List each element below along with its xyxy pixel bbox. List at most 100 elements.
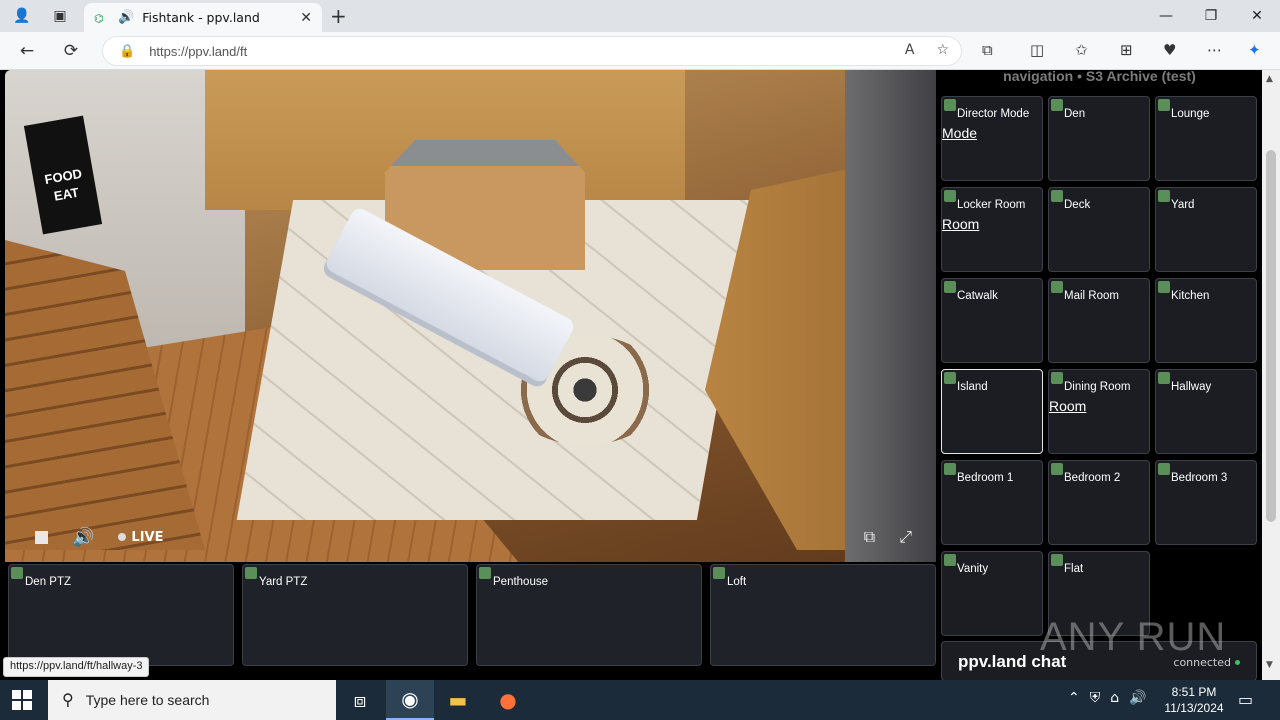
camera-grid: Director Mode Mode Den Lounge Locker Room Roo… xyxy=(941,96,1259,636)
anyrun-watermark: ANY RUN xyxy=(1040,615,1227,659)
camera-thumbnail-icon xyxy=(1051,554,1063,566)
close-window-button[interactable]: ✕ xyxy=(1234,0,1280,32)
url-text: https://ppv.land/ft xyxy=(149,43,248,59)
camera-thumbnail-icon xyxy=(1051,99,1063,111)
more-menu-icon[interactable]: ⋯ xyxy=(1207,41,1222,59)
firefox-icon[interactable]: ● xyxy=(484,680,532,720)
camera-sublabel: Mode xyxy=(942,125,978,141)
read-aloud-icon[interactable]: A xyxy=(905,42,915,58)
camera-tile-dining-room[interactable]: Dining Room Room xyxy=(1048,369,1150,454)
close-tab-icon[interactable]: ✕ xyxy=(300,10,312,26)
camera-tile-bedroom-2[interactable]: Bedroom 2 xyxy=(1048,460,1150,545)
extensions-icon[interactable]: ⧉ xyxy=(982,41,993,59)
video-controls: 🔊 LIVE ⧉ ⤢ xyxy=(5,512,936,562)
camera-tile-lounge[interactable]: Lounge xyxy=(1155,96,1257,181)
camera-thumbnail-icon xyxy=(944,372,956,384)
address-bar-row: ← ⟳ 🔒 https://ppv.land/ft A ☆ ⧉ ◫ ✩ ⊞ ♥ … xyxy=(0,32,1280,70)
camera-sublabel: Room xyxy=(1049,398,1087,414)
clock-date: 11/13/2024 xyxy=(1164,701,1224,715)
camera-tile-hallway[interactable]: Hallway xyxy=(1155,369,1257,454)
camera-label: Loft xyxy=(727,576,747,588)
back-button[interactable]: ← xyxy=(14,39,40,63)
camera-tile-island[interactable]: Island xyxy=(941,369,1043,454)
camera-tile-mail-room[interactable]: Mail Room xyxy=(1048,278,1150,363)
camera-label: Deck xyxy=(1064,199,1091,211)
live-video-player[interactable]: FOOD EAT 🔊 LIVE ⧉ ⤢ xyxy=(5,70,936,562)
camera-tile-vanity[interactable]: Vanity xyxy=(941,551,1043,636)
favorite-star-icon[interactable]: ☆ xyxy=(936,42,949,58)
browser-titlebar: 👤 ▣ ⌬ 🔊 Fishtank - ppv.land ✕ + — ❐ ✕ xyxy=(0,0,1280,32)
scroll-up-icon[interactable]: ▲ xyxy=(1266,74,1273,84)
page-content: FOOD EAT 🔊 LIVE ⧉ ⤢ Den PTZ Yard PTZ Pen… xyxy=(0,68,1280,681)
collections-icon[interactable]: ⊞ xyxy=(1120,41,1133,59)
camera-label: Mail Room xyxy=(1064,290,1119,302)
edge-browser-icon[interactable]: ◉ xyxy=(386,680,434,720)
speaker-tray-icon[interactable]: 🔊 xyxy=(1129,690,1146,706)
scrollbar-thumb[interactable] xyxy=(1266,150,1276,522)
site-favicon-icon: ⌬ xyxy=(94,11,104,25)
camera-thumbnail-icon xyxy=(1158,190,1170,202)
copilot-icon[interactable]: ✦ xyxy=(1248,41,1261,59)
page-scrollbar[interactable]: ▲ ▼ xyxy=(1262,70,1280,680)
camera-tile-catwalk[interactable]: Catwalk xyxy=(941,278,1043,363)
camera-tile-bedroom-1[interactable]: Bedroom 1 xyxy=(941,460,1043,545)
camera-label: Locker Room xyxy=(957,199,1026,211)
fullscreen-icon[interactable]: ⤢ xyxy=(899,527,912,547)
camera-thumbnail-icon xyxy=(1051,190,1063,202)
browser-essentials-icon[interactable]: ♥ xyxy=(1163,41,1176,59)
security-icon[interactable]: ⛨ xyxy=(1090,690,1101,706)
camera-tile-kitchen[interactable]: Kitchen xyxy=(1155,278,1257,363)
volume-icon[interactable]: 🔊 xyxy=(72,527,94,548)
file-explorer-icon[interactable]: ▬ xyxy=(434,680,482,720)
link-status-tooltip: https://ppv.land/ft/hallway-3 xyxy=(3,657,150,677)
profile-icon[interactable]: 👤 xyxy=(10,4,34,28)
show-hidden-icons-icon[interactable]: ⌃ xyxy=(1068,690,1080,706)
minimize-button[interactable]: — xyxy=(1143,0,1189,32)
refresh-button[interactable]: ⟳ xyxy=(58,39,84,63)
camera-tile-penthouse[interactable]: Penthouse xyxy=(476,564,702,666)
stop-button[interactable] xyxy=(35,530,48,544)
tab-actions-icon[interactable]: ▣ xyxy=(48,4,72,28)
speaker-icon[interactable]: 🔊 xyxy=(118,10,134,25)
camera-thumbnail-icon xyxy=(1158,372,1170,384)
camera-tile-locker-room[interactable]: Locker Room Room xyxy=(941,187,1043,272)
navigation-header: navigation • S3 Archive (test) xyxy=(1003,68,1196,84)
camera-tile-loft[interactable]: Loft xyxy=(710,564,936,666)
camera-label: Dining Room xyxy=(1064,381,1131,393)
camera-label: Flat xyxy=(1064,563,1084,575)
camera-sublabel: Room xyxy=(942,216,980,232)
browser-tab[interactable]: ⌬ 🔊 Fishtank - ppv.land ✕ xyxy=(84,3,322,32)
camera-tile-bedroom-3[interactable]: Bedroom 3 xyxy=(1155,460,1257,545)
url-field[interactable]: 🔒 https://ppv.land/ft A ☆ xyxy=(102,36,962,66)
camera-label: Island xyxy=(957,381,988,393)
camera-label: Den xyxy=(1064,108,1086,120)
lock-icon[interactable]: 🔒 xyxy=(119,44,135,59)
picture-in-picture-icon[interactable]: ⧉ xyxy=(864,527,875,547)
camera-tile-den-ptz[interactable]: Den PTZ xyxy=(8,564,234,666)
camera-thumbnail-icon xyxy=(1158,99,1170,111)
taskbar-search[interactable]: ⚲ Type here to search xyxy=(48,680,336,720)
camera-thumbnail-icon xyxy=(245,567,257,579)
camera-tile-den[interactable]: Den xyxy=(1048,96,1150,181)
clock-time: 8:51 PM xyxy=(1171,685,1217,699)
maximize-button[interactable]: ❐ xyxy=(1188,0,1234,32)
camera-tile-deck[interactable]: Deck xyxy=(1048,187,1150,272)
camera-label: Director Mode xyxy=(957,108,1030,120)
network-icon[interactable]: ⌂ xyxy=(1110,690,1119,706)
taskbar-clock[interactable]: 8:51 PM 11/13/2024 xyxy=(1163,684,1225,716)
camera-thumbnail-icon xyxy=(1051,463,1063,475)
camera-label: Kitchen xyxy=(1171,290,1210,302)
split-screen-icon[interactable]: ◫ xyxy=(1030,41,1044,59)
camera-thumbnail-icon xyxy=(944,463,956,475)
task-view-icon[interactable]: ⧈ xyxy=(336,680,384,720)
camera-label: Bedroom 1 xyxy=(957,472,1014,484)
start-button[interactable] xyxy=(12,690,32,710)
new-tab-button[interactable]: + xyxy=(330,4,347,28)
notifications-icon[interactable]: ▭ xyxy=(1238,690,1253,709)
camera-tile-yard-ptz[interactable]: Yard PTZ xyxy=(242,564,468,666)
scroll-down-icon[interactable]: ▼ xyxy=(1266,660,1273,670)
camera-tile-yard[interactable]: Yard xyxy=(1155,187,1257,272)
favorites-icon[interactable]: ✩ xyxy=(1075,41,1088,59)
live-label: LIVE xyxy=(131,529,164,545)
camera-tile-director-mode[interactable]: Director Mode Mode xyxy=(941,96,1043,181)
